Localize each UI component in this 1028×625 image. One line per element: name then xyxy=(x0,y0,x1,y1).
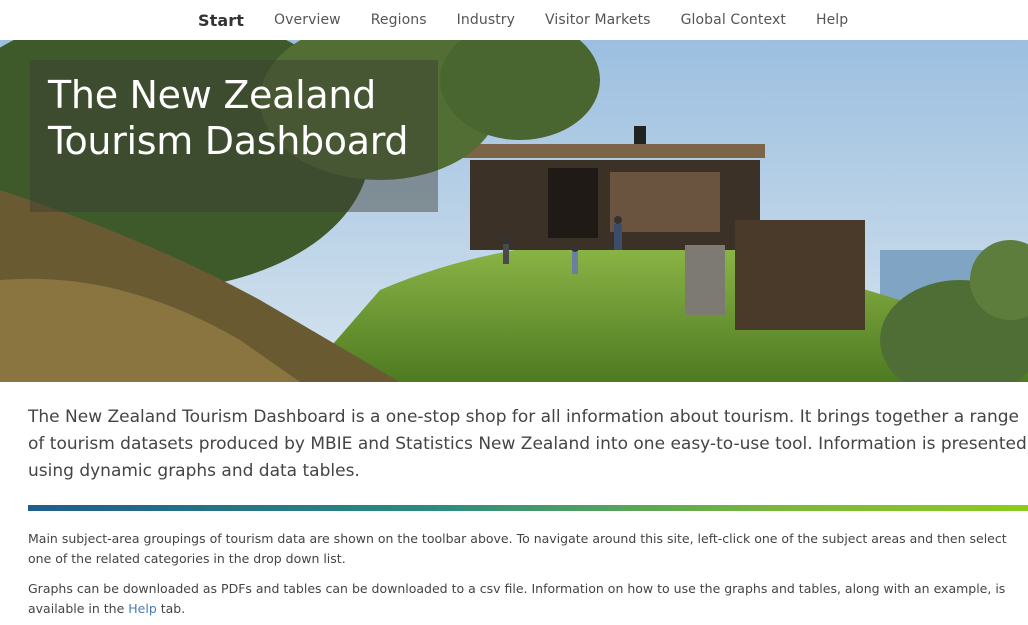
top-navigation: Start Overview Regions Industry Visitor … xyxy=(0,0,1028,40)
navigation-instructions: Main subject-area groupings of tourism d… xyxy=(28,531,1007,566)
download-instructions-tail: tab. xyxy=(156,601,186,616)
help-link[interactable]: Help xyxy=(128,601,157,616)
nav-tab-regions[interactable]: Regions xyxy=(371,12,427,28)
page-title-line-2: Tourism Dashboard xyxy=(48,119,409,163)
nav-tab-industry[interactable]: Industry xyxy=(457,12,515,28)
download-instructions: Graphs can be downloaded as PDFs and tab… xyxy=(28,579,1018,619)
nav-tab-overview[interactable]: Overview xyxy=(274,12,341,28)
page-title-line-1: The New Zealand xyxy=(48,73,376,117)
nav-tab-help[interactable]: Help xyxy=(816,12,848,28)
hero-banner: The New Zealand Tourism Dashboard xyxy=(0,40,1028,382)
gradient-divider xyxy=(28,505,1028,511)
page-title: The New Zealand Tourism Dashboard xyxy=(48,72,448,164)
nav-tab-global-context[interactable]: Global Context xyxy=(681,12,786,28)
nav-tab-start[interactable]: Start xyxy=(198,11,244,30)
nav-tab-visitor-markets[interactable]: Visitor Markets xyxy=(545,12,651,28)
intro-text: The New Zealand Tourism Dashboard is a o… xyxy=(28,407,1027,481)
